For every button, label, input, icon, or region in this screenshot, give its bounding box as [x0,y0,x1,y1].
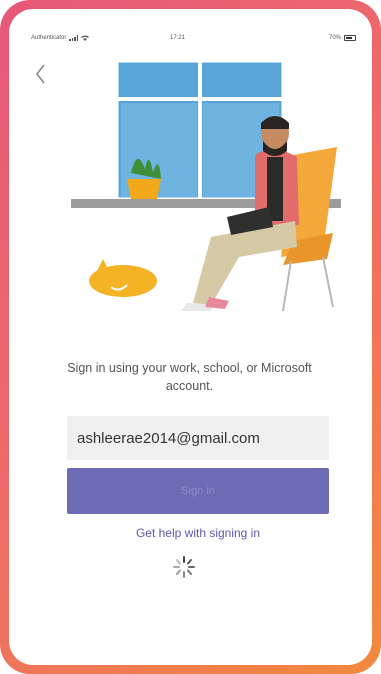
cat-graphic [89,259,157,297]
signin-prompt: Sign in using your work, school, or Micr… [67,361,312,393]
signal-icon [69,35,79,41]
app-screen: Authenticator 17:21 70% Sign in using yo… [9,9,372,665]
sign-in-button[interactable]: Sign in [67,468,329,514]
status-bar-left: Authenticator [31,35,90,41]
loading-spinner-icon [173,556,195,578]
carrier-label: Authenticator [31,35,67,41]
status-bar-right: 70% [329,35,356,41]
battery-percent: 70% [328,35,341,41]
device-frame: Authenticator 17:21 70% Sign in using yo… [0,0,381,674]
status-time: 17:21 [170,35,186,41]
wifi-icon [81,35,90,41]
email-field[interactable] [67,416,329,460]
illustration [71,61,341,312]
battery-icon [344,35,356,41]
help-link[interactable]: Get help with signing in [67,526,329,540]
back-chevron-icon[interactable] [33,61,49,87]
